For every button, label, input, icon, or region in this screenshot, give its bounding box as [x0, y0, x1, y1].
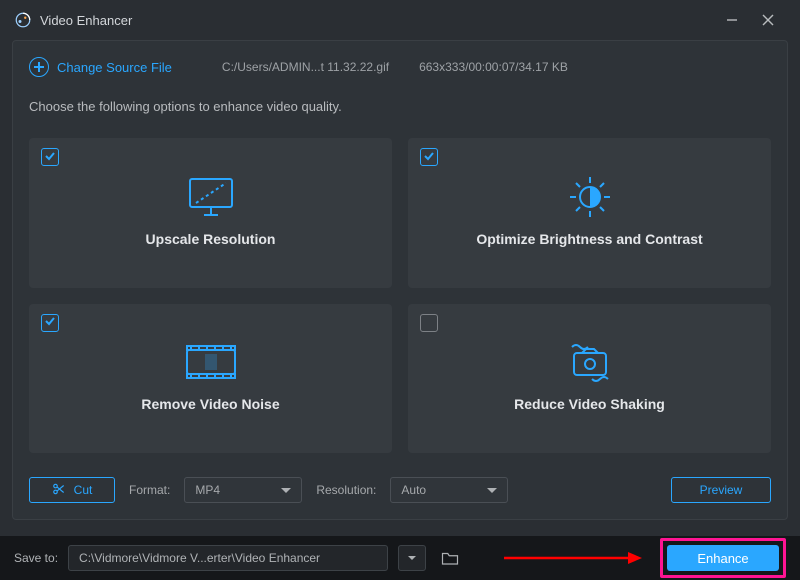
scissors-icon	[52, 482, 66, 499]
titlebar: Video Enhancer	[0, 0, 800, 40]
change-source-button[interactable]: Change Source File	[29, 57, 172, 77]
app-icon	[14, 11, 32, 29]
window-minimize-button[interactable]	[714, 0, 750, 40]
preview-button[interactable]: Preview	[671, 477, 771, 503]
option-cards: Upscale Resolution	[29, 138, 771, 453]
video-noise-icon	[185, 340, 237, 384]
card-label: Remove Video Noise	[141, 396, 279, 412]
open-folder-button[interactable]	[436, 545, 464, 571]
source-info: 663x333/00:00:07/34.17 KB	[419, 60, 568, 74]
resolution-value: Auto	[401, 483, 426, 497]
card-upscale-resolution[interactable]: Upscale Resolution	[29, 138, 392, 288]
enhance-button[interactable]: Enhance	[667, 545, 779, 571]
chevron-down-icon	[408, 556, 416, 560]
card-label: Upscale Resolution	[146, 231, 276, 247]
card-label: Reduce Video Shaking	[514, 396, 665, 412]
check-icon	[44, 150, 56, 165]
source-path: C:/Users/ADMIN...t 11.32.22.gif	[222, 60, 389, 74]
annotation-arrow	[474, 548, 650, 568]
save-path-value: C:\Vidmore\Vidmore V...erter\Video Enhan…	[79, 551, 320, 565]
checkbox-shaking[interactable]	[420, 314, 438, 332]
save-strip: Save to: C:\Vidmore\Vidmore V...erter\Vi…	[0, 536, 800, 580]
format-label: Format:	[129, 483, 170, 497]
checkbox-noise[interactable]	[41, 314, 59, 332]
format-value: MP4	[195, 483, 220, 497]
preview-label: Preview	[700, 483, 743, 497]
check-icon	[423, 150, 435, 165]
folder-icon	[441, 550, 459, 566]
chevron-down-icon	[281, 488, 291, 493]
card-reduce-shaking[interactable]: Reduce Video Shaking	[408, 304, 771, 454]
save-path-dropdown[interactable]	[398, 545, 426, 571]
monitor-icon	[185, 175, 237, 219]
instructions-text: Choose the following options to enhance …	[29, 99, 771, 114]
save-to-label: Save to:	[14, 551, 58, 565]
controls-row: Cut Format: MP4 Resolution: Auto Preview	[29, 477, 771, 503]
app-title: Video Enhancer	[40, 13, 714, 28]
format-select[interactable]: MP4	[184, 477, 302, 503]
checkbox-upscale[interactable]	[41, 148, 59, 166]
card-remove-noise[interactable]: Remove Video Noise	[29, 304, 392, 454]
resolution-select[interactable]: Auto	[390, 477, 508, 503]
card-label: Optimize Brightness and Contrast	[476, 231, 702, 247]
enhance-label: Enhance	[697, 551, 748, 566]
annotation-highlight: Enhance	[660, 538, 786, 578]
chevron-down-icon	[487, 488, 497, 493]
check-icon	[44, 315, 56, 330]
source-row: Change Source File C:/Users/ADMIN...t 11…	[29, 57, 771, 77]
main-panel: Change Source File C:/Users/ADMIN...t 11…	[12, 40, 788, 520]
cut-button[interactable]: Cut	[29, 477, 115, 503]
brightness-icon	[564, 175, 616, 219]
save-path-field[interactable]: C:\Vidmore\Vidmore V...erter\Video Enhan…	[68, 545, 388, 571]
window-close-button[interactable]	[750, 0, 786, 40]
card-brightness-contrast[interactable]: Optimize Brightness and Contrast	[408, 138, 771, 288]
change-source-label: Change Source File	[57, 60, 172, 75]
cut-label: Cut	[74, 483, 93, 497]
plus-icon	[29, 57, 49, 77]
resolution-label: Resolution:	[316, 483, 376, 497]
checkbox-brightness[interactable]	[420, 148, 438, 166]
camera-shake-icon	[564, 340, 616, 384]
